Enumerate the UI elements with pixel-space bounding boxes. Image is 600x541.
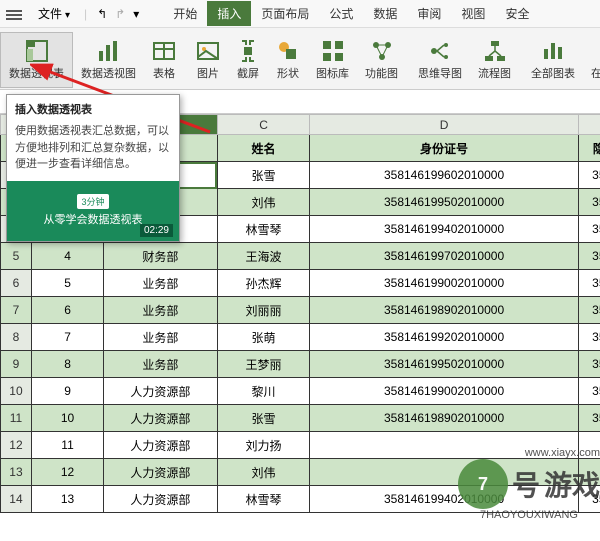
pivot-tooltip: 插入数据透视表 使用数据透视表汇总数据，可以方便地排列和汇总复杂数据，以便进一步… xyxy=(6,94,180,242)
icons-icon xyxy=(321,39,345,63)
ribbon-mindmap[interactable]: 思维导图 xyxy=(410,32,470,88)
mindmap-icon xyxy=(428,39,452,63)
table-row[interactable]: 6 5 业务部 孙杰辉 358146199002010000 35 xyxy=(1,270,600,297)
ribbon-shapes[interactable]: 形状 xyxy=(268,32,308,88)
tab-formula[interactable]: 公式 xyxy=(319,1,363,26)
pivot-chart-icon xyxy=(97,39,121,63)
ribbon-screenshot[interactable]: 截屏 xyxy=(228,32,268,88)
allcharts-icon xyxy=(541,39,565,63)
ribbon-picture[interactable]: 图片 xyxy=(188,32,228,88)
tab-review[interactable]: 审阅 xyxy=(407,1,451,26)
table-row[interactable]: 7 6 业务部 刘丽丽 358146198902010000 35 xyxy=(1,297,600,324)
menu-bar: 文件▾ | ↰↱▾ 开始 插入 页面布局 公式 数据 审阅 视图 安全 xyxy=(0,0,600,28)
col-d-header[interactable]: D xyxy=(310,115,578,135)
table-row[interactable]: 11 10 人力资源部 张雪 358146198902010000 35 xyxy=(1,405,600,432)
file-menu[interactable]: 文件▾ xyxy=(30,1,78,26)
col-e-header[interactable] xyxy=(578,115,600,135)
tab-pagelayout[interactable]: 页面布局 xyxy=(251,1,319,26)
ribbon-onlinechart[interactable]: 在线图表 xyxy=(583,32,600,88)
ribbon-flowchart[interactable]: 流程图 xyxy=(470,32,519,88)
ribbon-allcharts[interactable]: 全部图表 xyxy=(523,32,583,88)
ribbon-smartart[interactable]: 功能图 xyxy=(357,32,406,88)
ribbon-icons[interactable]: 图标库 xyxy=(308,32,357,88)
tab-start[interactable]: 开始 xyxy=(163,1,207,26)
tooltip-title: 插入数据透视表 xyxy=(7,95,179,123)
video-badge: 3分钟 xyxy=(77,194,108,209)
ribbon-pivot-chart[interactable]: 数据透视图 xyxy=(73,32,144,88)
table-row[interactable]: 8 7 业务部 张萌 358146199202010000 35 xyxy=(1,324,600,351)
col-c-header[interactable]: C xyxy=(217,115,310,135)
video-time: 02:29 xyxy=(140,224,173,237)
smartart-icon xyxy=(370,39,394,63)
tab-view[interactable]: 视图 xyxy=(451,1,495,26)
video-text: 从零学会数据透视表 xyxy=(44,211,143,227)
tab-security[interactable]: 安全 xyxy=(495,1,539,26)
tab-data[interactable]: 数据 xyxy=(363,1,407,26)
tooltip-video[interactable]: 3分钟 从零学会数据透视表 02:29 xyxy=(7,181,179,241)
table-row[interactable]: 5 4 财务部 王海波 358146199702010000 35 xyxy=(1,243,600,270)
tab-insert[interactable]: 插入 xyxy=(207,1,251,26)
tooltip-body: 使用数据透视表汇总数据，可以方便地排列和汇总复杂数据，以便进一步查看详细信息。 xyxy=(7,123,179,181)
ribbon-table[interactable]: 表格 xyxy=(144,32,184,88)
flowchart-icon xyxy=(483,39,507,63)
ribbon-pivot-table[interactable]: 数据透视表 xyxy=(0,32,73,88)
table-row[interactable]: 9 8 业务部 王梦丽 358146199502010000 35 xyxy=(1,351,600,378)
ribbon: 数据透视表 数据透视图 表格 图片 截屏 形状 图标库 功能图 思维导图 流程图 xyxy=(0,28,600,90)
pivot-table-icon xyxy=(25,39,49,63)
table-row[interactable]: 10 9 人力资源部 黎川 358146199002010000 35 xyxy=(1,378,600,405)
table-icon xyxy=(152,39,176,63)
picture-icon xyxy=(196,39,220,63)
screenshot-icon xyxy=(236,39,260,63)
shapes-icon xyxy=(276,39,300,63)
menu-icon[interactable] xyxy=(6,8,22,20)
watermark: www.xiayx.com 7 号 游戏 7HAOYOUXIWANG xyxy=(458,447,600,521)
